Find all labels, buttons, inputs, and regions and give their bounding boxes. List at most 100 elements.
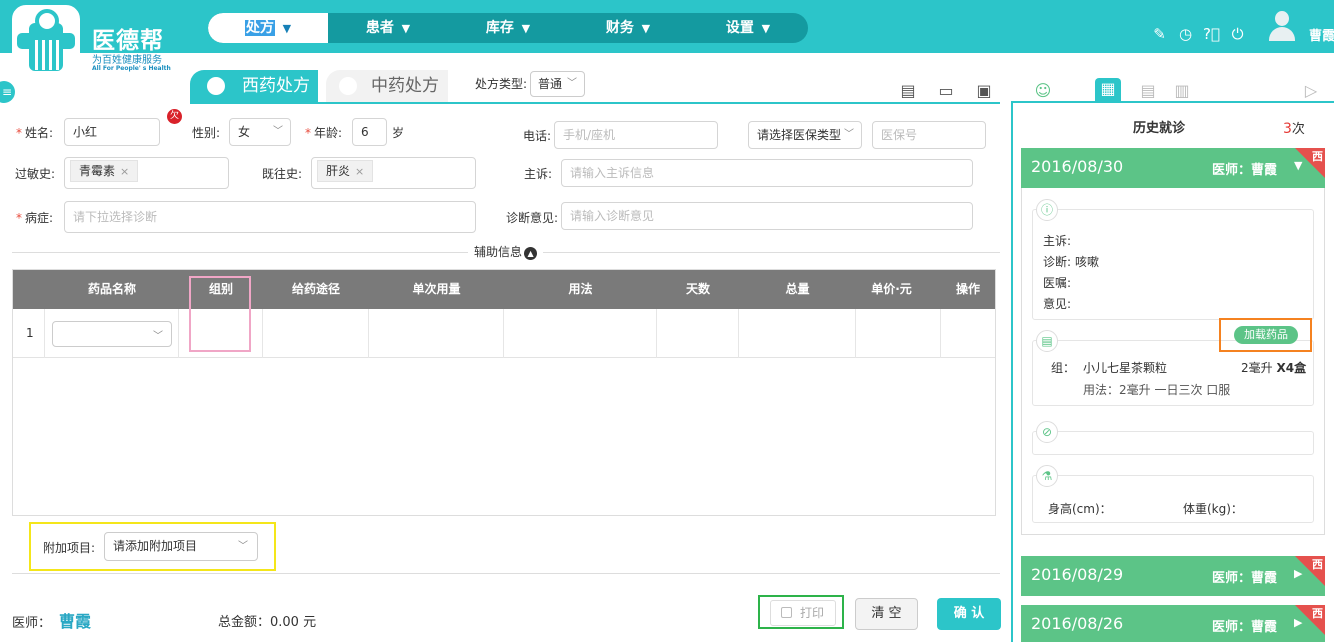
col-single-dose: 单次用量 [412,282,461,296]
allergy-tag: 青霉素 × [70,160,139,182]
table-row: 1 ﹀ [13,309,995,358]
visit-details: 主诉: 诊断: 咳嗽 医嘱: 意见: ⓘ 组： 小儿七星茶颗粒 2毫升 X4盒 用… [1021,188,1325,535]
alarm-icon[interactable]: ◷ [1177,26,1194,43]
caret-down-icon: ▼ [278,22,292,35]
advice-field: 医嘱: [1043,276,1072,290]
diagnosis-opinion-label: 诊断意见: [506,211,559,225]
power-icon[interactable]: ⏻ [1229,26,1246,43]
visit-card: 2016/08/29 医师：曹霞 ▶ 西 [1021,556,1325,596]
print-icon[interactable]: ▭ [937,82,955,100]
gender-label: 性别: [192,126,221,140]
debt-badge: 欠 [167,109,182,124]
drug-select[interactable]: ﹀ [52,321,172,347]
help-icon[interactable]: ?⃝ [1203,26,1220,43]
save-icon[interactable]: ▣ [975,82,993,100]
name-input[interactable]: 小红 [64,118,160,146]
col-route: 给药途径 [291,282,340,296]
edit-icon[interactable]: ✎ [1151,26,1168,43]
chevron-down-icon: ﹀ [567,78,577,89]
history-input[interactable]: 肝炎 × [311,157,476,189]
brand-logo [12,5,80,78]
flask-icon: ⚗ [1036,465,1058,487]
history-drug-usage: 用法：2毫升 一日三次 口服 [1083,383,1231,397]
doctor-name: 曹霞 [59,612,92,631]
nav-settings[interactable]: 设置 ▼ [688,13,808,43]
brand-subtitle: 为百姓健康服务 [92,55,162,66]
col-drug-name: 药品名称 [87,282,136,296]
gender-select[interactable]: 女 ﹀ [229,118,291,146]
visit-date: 2016/08/26 [1031,614,1124,633]
phone-label: 电话: [523,129,552,143]
clear-button[interactable]: 清 空 [855,598,918,630]
visit-header[interactable]: 2016/08/29 医师：曹霞 ▶ 西 [1021,556,1325,596]
caret-down-icon: ▼ [757,22,771,35]
disease-input[interactable]: 请下拉选择诊断 [64,201,476,233]
diagnosis-section: 主诉: 诊断: 咳嗽 医嘱: 意见: [1032,209,1314,320]
insurance-number-input[interactable]: 医保号 [872,121,986,149]
extra-items-label: 附加项目: [43,541,96,555]
history-label: 既往史: [262,167,303,181]
phone-input[interactable]: 手机/座机 [554,121,718,149]
diagnosis-field: 诊断: 咳嗽 [1043,255,1100,269]
allergy-input[interactable]: 青霉素 × [64,157,229,189]
visit-header[interactable]: 2016/08/26 医师：曹霞 ▶ 西 [1021,605,1325,642]
name-label: * 姓名: [16,126,54,140]
print-checkbox[interactable]: 打印 [770,600,836,626]
play-circle-icon[interactable]: ▷ [1300,80,1322,102]
patient-check-icon[interactable]: ☺ [1032,80,1054,102]
menu-toggle-icon[interactable]: ≡ [0,81,15,103]
visit-card: 2016/08/26 医师：曹霞 ▶ 西 [1021,605,1325,642]
group-cell-highlight[interactable] [189,276,251,352]
tab-chinese-prescription[interactable]: 中药处方 [326,70,448,102]
col-unit-price: 单价·元 [871,282,912,296]
total-amount: 总金额：0.00 元 [218,615,317,630]
table-header: 药品名称 组别 给药途径 单次用量 用法 天数 总量 单价·元 操作 [13,270,995,309]
visit-card: 2016/08/30 医师：曹霞 ▼ 西 主诉: 诊断: 咳嗽 医嘱: 意见: ⓘ… [1021,148,1325,535]
aux-info-toggle[interactable]: 辅助信息 ▲ [468,243,544,260]
insurance-type-select[interactable]: 请选择医保类型 ﹀ [748,121,862,149]
allergy-label: 过敏史: [15,167,56,181]
visit-doctor: 医师：曹霞 [1212,620,1278,635]
avatar[interactable] [1268,11,1296,41]
info-icon: ⓘ [1036,199,1058,221]
nav-finance[interactable]: 财务 ▼ [568,13,688,43]
history-count: 3次 [1283,121,1305,137]
chevron-down-icon: ﹀ [273,126,283,137]
remove-tag-icon[interactable]: × [120,165,129,178]
clipboard-icon[interactable]: ▤ [1137,80,1159,102]
visit-doctor: 医师：曹霞 [1212,163,1278,178]
user-name[interactable]: 曹霞 [1309,25,1334,44]
visit-date: 2016/08/29 [1031,565,1124,584]
attachment-section [1032,431,1314,455]
complaint-label: 主诉: [524,167,553,181]
document-edit-icon[interactable]: ▥ [1171,80,1193,102]
paperclip-icon[interactable]: ⊘ [1036,421,1058,443]
caret-down-icon: ▼ [397,22,411,35]
tab-radio-icon [207,77,225,95]
weight-field: 体重(kg)： [1183,502,1243,516]
clipboard-icon: ▤ [1036,330,1058,352]
history-record-icon[interactable]: ▦ [1095,78,1121,102]
complaint-input[interactable]: 请输入主诉信息 [561,159,973,187]
extra-items-select[interactable]: 请添加附加项目 ﹀ [104,532,258,561]
diagnosis-opinion-input[interactable]: 请输入诊断意见 [561,202,973,230]
age-label: * 年龄: [305,126,343,140]
visit-doctor: 医师：曹霞 [1212,571,1278,586]
template-icon[interactable]: ▤ [899,82,917,100]
col-days: 天数 [685,282,710,296]
nav-inventory[interactable]: 库存 ▼ [448,13,568,43]
confirm-button[interactable]: 确 认 [937,598,1001,630]
visit-type: 西 [1312,558,1323,571]
tab-western-prescription[interactable]: 西药处方 [190,70,318,102]
tab-underline [190,102,1000,104]
footer-divider [12,573,1000,574]
nav-prescription[interactable]: 处方 ▼ [208,13,328,43]
nav-patients[interactable]: 患者 ▼ [328,13,448,43]
remove-tag-icon[interactable]: × [355,165,364,178]
age-input[interactable]: 6 [352,118,387,146]
visit-header[interactable]: 2016/08/30 医师：曹霞 ▼ 西 [1021,148,1325,188]
col-usage: 用法 [568,282,593,296]
rx-type-select[interactable]: 普通 ﹀ [530,71,585,97]
visit-type: 西 [1312,607,1323,620]
load-drugs-button[interactable]: 加载药品 [1234,326,1298,344]
